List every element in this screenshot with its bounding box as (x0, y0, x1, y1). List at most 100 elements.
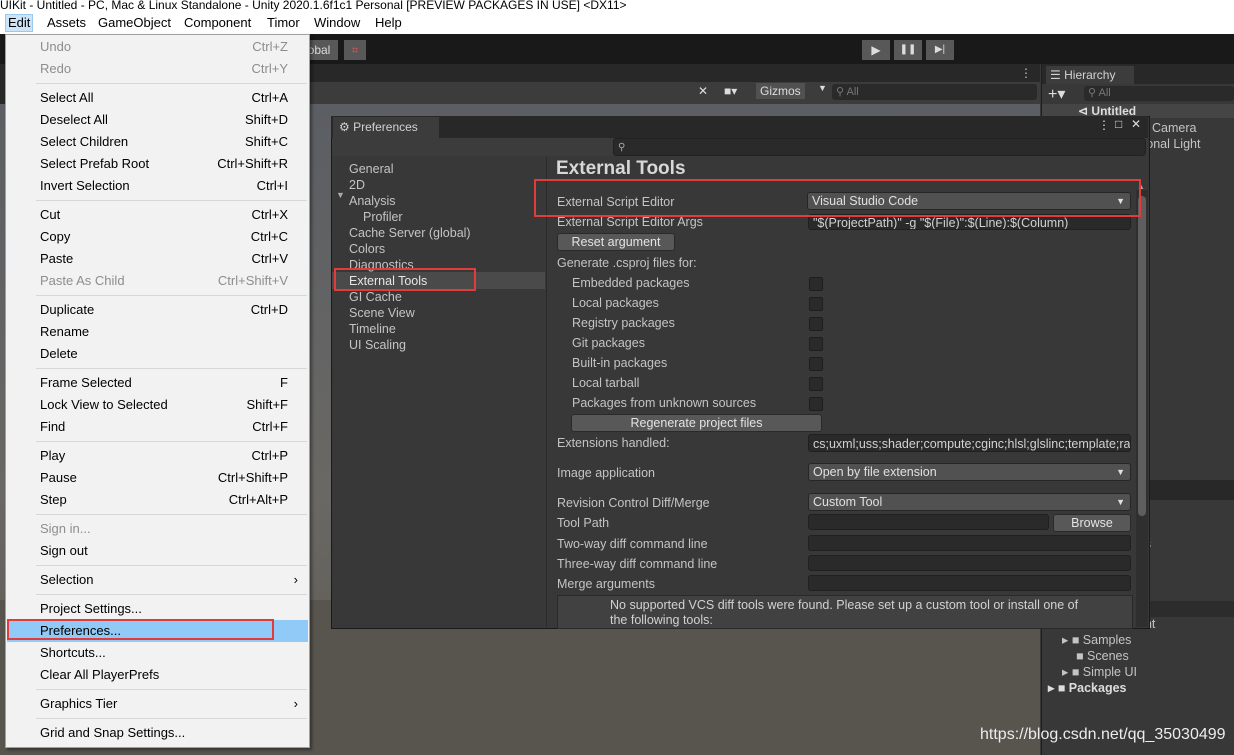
menu-item-select-children[interactable]: Select Children Shift+C (7, 131, 308, 153)
category-2d[interactable]: 2D (349, 177, 365, 193)
menu-item-label: Undo (40, 39, 72, 54)
menu-item-step[interactable]: Step Ctrl+Alt+P (7, 489, 308, 511)
maximize-icon[interactable]: □ (1115, 117, 1122, 131)
play-button[interactable]: ▶ (862, 40, 890, 60)
tools-icon[interactable]: ✕ (698, 84, 708, 98)
tool-path-field[interactable] (808, 514, 1049, 530)
menu-item-duplicate[interactable]: Duplicate Ctrl+D (7, 299, 308, 321)
menu-item-project-settings[interactable]: Project Settings... (7, 598, 308, 620)
project-item-scenes[interactable]: ■ Scenes (1076, 648, 1129, 664)
menu-item-rename[interactable]: Rename (7, 321, 308, 343)
category-ui-scaling[interactable]: UI Scaling (349, 337, 406, 353)
menu-item-cut[interactable]: Cut Ctrl+X (7, 204, 308, 226)
category-timeline[interactable]: Timeline (349, 321, 396, 337)
menu-item-pause[interactable]: Pause Ctrl+Shift+P (7, 467, 308, 489)
menu-item-paste-as-child[interactable]: Paste As Child Ctrl+Shift+V (7, 270, 308, 292)
menu-item-label: Select All (40, 90, 94, 105)
menu-item-select-prefab-root[interactable]: Select Prefab Root Ctrl+Shift+R (7, 153, 308, 175)
merge-args-field[interactable] (808, 575, 1131, 591)
revision-control-dropdown[interactable]: Custom Tool ▼ (808, 493, 1131, 511)
menu-item-grid-snap-settings[interactable]: Grid and Snap Settings... (7, 722, 308, 744)
menu-item-label: Selection (40, 572, 94, 587)
menu-item-redo[interactable]: Redo Ctrl+Y (7, 58, 308, 80)
project-item-packages[interactable]: ▸ ■ Packages (1048, 680, 1126, 696)
menu-item-paste[interactable]: Paste Ctrl+V (7, 248, 308, 270)
hierarchy-item[interactable]: Camera (1152, 120, 1196, 136)
hierarchy-search-input[interactable]: ⚲ All (1084, 86, 1234, 101)
category-cache-server[interactable]: Cache Server (global) (349, 225, 471, 241)
local-tarball-checkbox[interactable] (809, 377, 823, 391)
foldout-arrow-icon[interactable]: ▼ (336, 177, 345, 213)
unknown-sources-checkbox[interactable] (809, 397, 823, 411)
grid-snap-icon[interactable]: ⌗ (344, 40, 366, 60)
menu-item-label: Play (40, 448, 66, 463)
menu-item-undo[interactable]: Undo Ctrl+Z (7, 36, 308, 58)
more-options-icon[interactable]: ⋮ (1098, 118, 1110, 132)
extensions-field[interactable]: cs;uxml;uss;shader;compute;cginc;hlsl;gl… (808, 434, 1131, 452)
category-general[interactable]: General (349, 161, 393, 177)
preferences-search-input[interactable]: ⚲ (613, 138, 1146, 156)
menu-bar: Edit Assets GameObject Component Timor W… (0, 12, 1234, 34)
menu-item-delete[interactable]: Delete (7, 343, 308, 365)
revision-control-label: Revision Control Diff/Merge (557, 496, 710, 510)
pause-button[interactable]: ❚❚ (894, 40, 922, 60)
category-scene-view[interactable]: Scene View (349, 305, 415, 321)
scene-more-icon[interactable]: ⋮ (1020, 66, 1032, 80)
scene-search-input[interactable]: ⚲ All (832, 84, 1037, 100)
local-packages-checkbox[interactable] (809, 297, 823, 311)
category-colors[interactable]: Colors (349, 241, 385, 257)
camera-icon[interactable]: ■▾ (724, 84, 737, 98)
menu-gameobject[interactable]: GameObject (96, 15, 173, 31)
menu-help[interactable]: Help (373, 15, 404, 31)
step-button[interactable]: ▶| (926, 40, 954, 60)
menu-item-label: Cut (40, 207, 61, 222)
menu-separator (36, 441, 307, 442)
menu-item-label: Duplicate (40, 302, 95, 317)
category-profiler[interactable]: Profiler (363, 209, 403, 225)
close-icon[interactable]: ✕ (1131, 117, 1141, 131)
menu-timor[interactable]: Timor (265, 15, 302, 31)
menu-item-invert-selection[interactable]: Invert Selection Ctrl+I (7, 175, 308, 197)
two-way-field[interactable] (808, 535, 1131, 551)
menu-component[interactable]: Component (182, 15, 253, 31)
menu-window[interactable]: Window (312, 15, 362, 31)
gizmos-dropdown[interactable]: Gizmos (756, 83, 805, 99)
menu-item-label: Select Prefab Root (40, 156, 150, 171)
hierarchy-tab[interactable]: ☰ Hierarchy (1046, 66, 1134, 84)
image-app-label: Image application (557, 466, 655, 480)
project-item-simple-ui[interactable]: ▸ ■ Simple UI (1062, 664, 1137, 680)
three-way-field[interactable] (808, 555, 1131, 571)
menu-item-frame-selected[interactable]: Frame Selected F (7, 372, 308, 394)
project-item-samples[interactable]: ▸ ■ Samples (1062, 632, 1131, 648)
category-analysis[interactable]: Analysis (349, 193, 396, 209)
git-packages-checkbox[interactable] (809, 337, 823, 351)
gizmos-caret-icon[interactable]: ▼ (818, 83, 827, 93)
scrollbar-thumb[interactable] (1138, 196, 1146, 516)
menu-item-shortcuts[interactable]: Shortcuts... (7, 642, 308, 664)
menu-item-graphics-tier[interactable]: Graphics Tier › (7, 693, 308, 715)
browse-button[interactable]: Browse (1053, 514, 1131, 532)
menu-edit[interactable]: Edit (5, 14, 34, 32)
watermark: https://blog.csdn.net/qq_35030499 (980, 726, 1226, 743)
menu-item-select-all[interactable]: Select All Ctrl+A (7, 87, 308, 109)
embedded-packages-checkbox[interactable] (809, 277, 823, 291)
menu-item-copy[interactable]: Copy Ctrl+C (7, 226, 308, 248)
menu-item-deselect-all[interactable]: Deselect All Shift+D (7, 109, 308, 131)
category-gi-cache[interactable]: GI Cache (349, 289, 402, 305)
menu-item-sign-in[interactable]: Sign in... (7, 518, 308, 540)
registry-packages-checkbox[interactable] (809, 317, 823, 331)
two-way-label: Two-way diff command line (557, 537, 708, 551)
menu-item-selection[interactable]: Selection › (7, 569, 308, 591)
regenerate-project-files-button[interactable]: Regenerate project files (571, 414, 822, 432)
menu-assets[interactable]: Assets (45, 15, 88, 31)
image-app-dropdown[interactable]: Open by file extension ▼ (808, 463, 1131, 481)
menu-item-sign-out[interactable]: Sign out (7, 540, 308, 562)
preferences-tab[interactable]: ⚙ Preferences (333, 117, 439, 138)
menu-item-play[interactable]: Play Ctrl+P (7, 445, 308, 467)
reset-argument-button[interactable]: Reset argument (557, 233, 675, 251)
add-icon[interactable]: +▾ (1048, 84, 1065, 104)
menu-item-lock-view[interactable]: Lock View to Selected Shift+F (7, 394, 308, 416)
built-in-packages-checkbox[interactable] (809, 357, 823, 371)
menu-item-find[interactable]: Find Ctrl+F (7, 416, 308, 438)
menu-item-clear-playerprefs[interactable]: Clear All PlayerPrefs (7, 664, 308, 686)
